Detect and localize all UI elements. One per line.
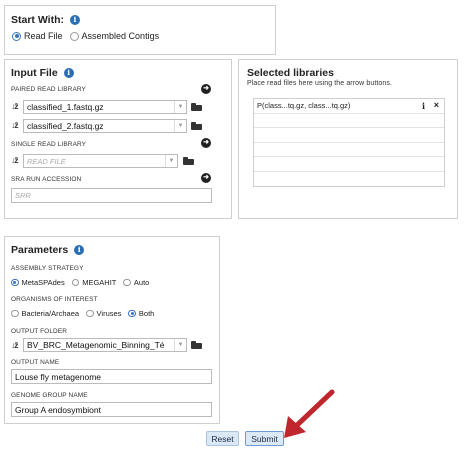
start-with-title: Start With: i xyxy=(11,14,80,26)
radio-button[interactable] xyxy=(123,278,131,287)
info-icon[interactable]: i xyxy=(422,101,425,111)
folder-icon[interactable] xyxy=(191,103,202,111)
reset-button[interactable]: Reset xyxy=(206,431,239,446)
selected-libraries-title: Selected libraries xyxy=(247,67,334,79)
organisms-options: Bacteria/Archaea Viruses Both xyxy=(11,309,161,318)
radio-button[interactable] xyxy=(69,31,79,41)
add-single-arrow-icon[interactable]: ➜ xyxy=(201,138,211,148)
radio-button[interactable] xyxy=(86,309,94,318)
sra-run-accession-label: SRA RUN ACCESSION xyxy=(11,176,82,183)
radio-megahit[interactable]: MEGAHIT xyxy=(71,278,116,287)
single-read-library-label: SINGLE READ LIBRARY xyxy=(11,141,87,148)
library-row-empty xyxy=(254,172,444,187)
sra-accession-input[interactable]: SRR xyxy=(11,188,212,203)
output-folder-label: OUTPUT FOLDER xyxy=(11,328,68,335)
paired-read-1-select[interactable]: classified_1.fastq.gz ▼ xyxy=(23,100,187,114)
library-row-empty xyxy=(254,157,444,172)
radio-button[interactable] xyxy=(128,309,136,318)
assembly-strategy-label: ASSEMBLY STRATEGY xyxy=(11,265,84,272)
add-paired-arrow-icon[interactable]: ➜ xyxy=(201,84,211,94)
submit-button[interactable]: Submit xyxy=(245,431,284,446)
output-name-label: OUTPUT NAME xyxy=(11,359,60,366)
start-with-panel: Start With: i Read File Assembled Contig… xyxy=(4,5,276,55)
genome-group-name-label: GENOME GROUP NAME xyxy=(11,392,88,399)
info-icon[interactable]: i xyxy=(63,68,74,78)
selected-libraries-table: P(class...tq.gz, class...tq.gz) i × xyxy=(253,98,445,187)
sort-icon[interactable]: ↓ẑ xyxy=(11,155,18,165)
chevron-down-icon[interactable]: ▼ xyxy=(174,120,186,132)
sort-icon[interactable]: ↓ẑ xyxy=(11,120,18,130)
radio-button[interactable] xyxy=(11,278,19,287)
paired-read-library-label: PAIRED READ LIBRARY xyxy=(11,86,86,93)
info-icon[interactable]: i xyxy=(74,245,85,255)
paired-read-2-select[interactable]: classified_2.fastq.gz ▼ xyxy=(23,119,187,133)
organisms-of-interest-label: ORGANISMS OF INTEREST xyxy=(11,296,98,303)
info-icon[interactable]: i xyxy=(69,15,80,25)
sort-icon[interactable]: ↓ẑ xyxy=(11,101,18,111)
output-name-input[interactable]: Louse fly metagenome xyxy=(11,369,212,384)
assembly-strategy-options: MetaSPAdes MEGAHIT Auto xyxy=(11,278,156,287)
radio-viruses[interactable]: Viruses xyxy=(86,309,121,318)
sort-icon[interactable]: ↓ẑ xyxy=(11,340,18,350)
add-sra-arrow-icon[interactable]: ➜ xyxy=(201,173,211,183)
chevron-down-icon[interactable]: ▼ xyxy=(174,339,186,351)
folder-icon[interactable] xyxy=(191,341,202,349)
start-with-options: Read File Assembled Contigs xyxy=(12,31,166,41)
selected-libraries-panel: Selected libraries Place read files here… xyxy=(238,59,458,219)
output-folder-select[interactable]: BV_BRC_Metagenomic_Binning_Té ▼ xyxy=(23,338,187,352)
radio-button[interactable] xyxy=(11,309,19,318)
library-row-empty xyxy=(254,128,444,143)
parameters-title: Parameters i xyxy=(11,244,85,256)
radio-button[interactable] xyxy=(12,31,21,41)
library-row: P(class...tq.gz, class...tq.gz) i × xyxy=(254,99,444,114)
radio-read-file[interactable]: Read File xyxy=(12,31,63,41)
annotation-arrow xyxy=(284,389,335,438)
selected-libraries-hint: Place read files here using the arrow bu… xyxy=(247,80,393,87)
input-file-panel: Input File i PAIRED READ LIBRARY ➜ ↓ẑ cl… xyxy=(4,59,232,219)
chevron-down-icon[interactable]: ▼ xyxy=(165,155,177,167)
parameters-panel: Parameters i ASSEMBLY STRATEGY MetaSPAde… xyxy=(4,236,220,424)
single-read-select[interactable]: READ FILE ▼ xyxy=(23,154,178,168)
radio-auto[interactable]: Auto xyxy=(123,278,149,287)
input-file-title: Input File i xyxy=(11,67,74,79)
library-row-empty xyxy=(254,114,444,128)
genome-group-name-input[interactable]: Group A endosymbiont xyxy=(11,402,212,417)
radio-both[interactable]: Both xyxy=(128,309,154,318)
radio-metaspades[interactable]: MetaSPAdes xyxy=(11,278,65,287)
close-icon[interactable]: × xyxy=(434,100,439,110)
chevron-down-icon[interactable]: ▼ xyxy=(174,101,186,113)
library-row-empty xyxy=(254,143,444,157)
radio-bacteria-archaea[interactable]: Bacteria/Archaea xyxy=(11,309,79,318)
radio-button[interactable] xyxy=(71,278,80,287)
radio-assembled-contigs[interactable]: Assembled Contigs xyxy=(69,31,159,41)
folder-icon[interactable] xyxy=(183,157,194,165)
folder-icon[interactable] xyxy=(191,122,202,130)
